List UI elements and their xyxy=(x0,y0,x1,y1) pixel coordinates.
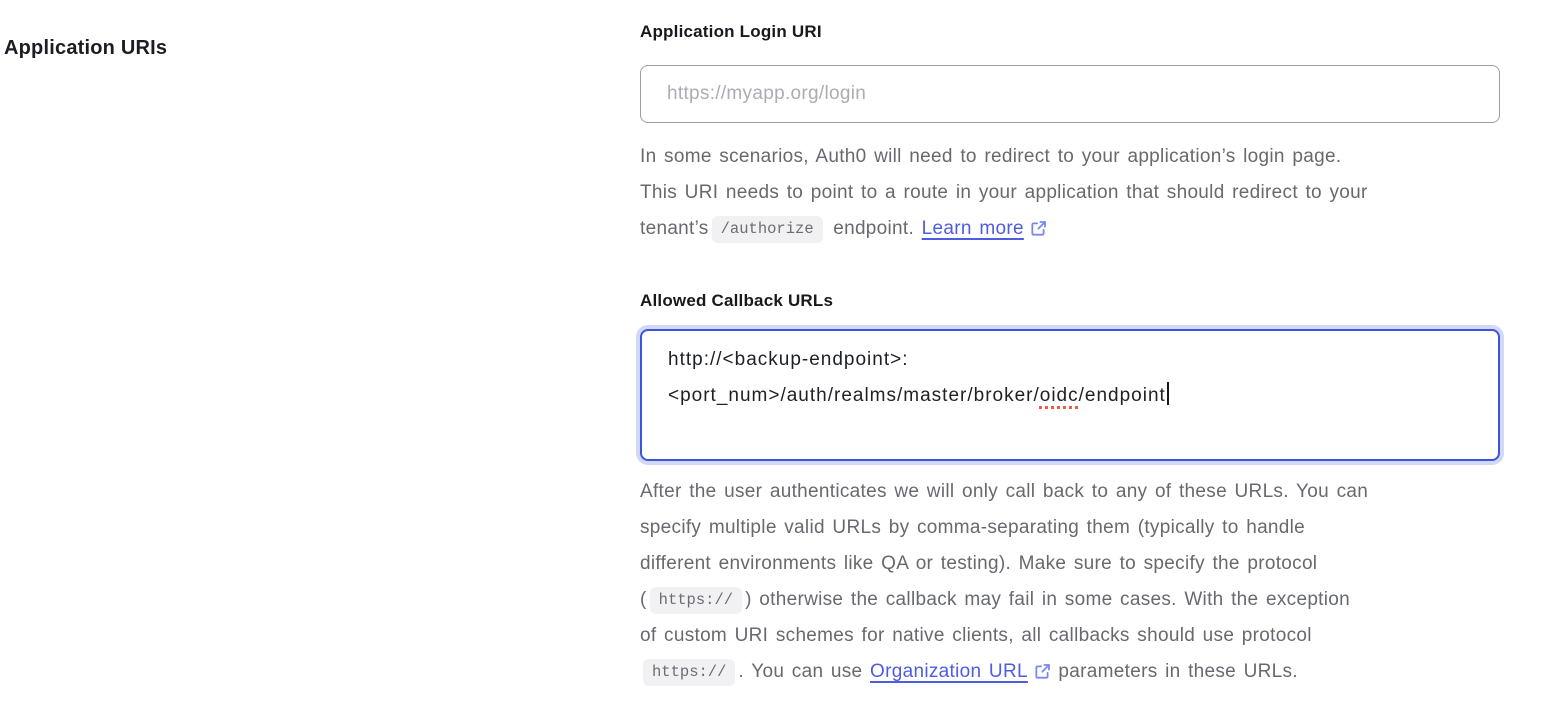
external-link-icon xyxy=(1030,214,1047,250)
learn-more-link-label: Learn more xyxy=(922,218,1024,239)
application-login-uri-help: In some scenarios, Auth0 will need to re… xyxy=(640,139,1540,250)
https-code-chip-1: https:// xyxy=(650,587,742,614)
help-line: tenant’s xyxy=(640,218,709,239)
help-line: ) otherwise the callback may fail in som… xyxy=(745,589,1350,610)
allowed-callback-urls-label: Allowed Callback URLs xyxy=(640,290,833,312)
help-line: of custom URI schemes for native clients… xyxy=(640,625,1312,646)
external-link-icon xyxy=(1034,657,1051,693)
callback-url-line-2: <port_num>/auth/realms/master/broker/oid… xyxy=(668,378,1472,414)
help-line: specify multiple valid URLs by comma-sep… xyxy=(640,517,1305,538)
section-title: Application URIs xyxy=(4,37,167,60)
allowed-callback-urls-help: After the user authenticates we will onl… xyxy=(640,474,1540,693)
callback-url-text: <port_num>/auth/realms/master/broker/ xyxy=(668,385,1040,406)
allowed-callback-urls-textarea[interactable]: http://<backup-endpoint>: <port_num>/aut… xyxy=(640,329,1500,461)
callback-url-text: /endpoint xyxy=(1079,385,1166,406)
help-line: . You can use xyxy=(738,661,870,682)
help-line: endpoint. xyxy=(826,218,922,239)
organization-url-link[interactable]: Organization URL xyxy=(870,661,1051,682)
callback-url-text: http://<backup-endpoint>: xyxy=(668,349,909,370)
organization-url-link-label: Organization URL xyxy=(870,661,1028,682)
https-code-chip-2: https:// xyxy=(643,659,735,686)
application-login-uri-input[interactable] xyxy=(640,65,1500,123)
help-line: ( xyxy=(640,589,647,610)
application-login-uri-label: Application Login URI xyxy=(640,21,822,43)
help-line: In some scenarios, Auth0 will need to re… xyxy=(640,146,1341,167)
misspelled-word: oidc xyxy=(1040,385,1079,406)
learn-more-link[interactable]: Learn more xyxy=(922,218,1047,239)
text-caret xyxy=(1167,382,1169,405)
help-line: parameters in these URLs. xyxy=(1051,661,1298,682)
authorize-code-chip: /authorize xyxy=(712,216,823,243)
callback-url-line-1: http://<backup-endpoint>: xyxy=(668,342,1472,378)
help-line: After the user authenticates we will onl… xyxy=(640,481,1368,502)
help-line: This URI needs to point to a route in yo… xyxy=(640,182,1368,203)
help-line: different environments like QA or testin… xyxy=(640,553,1317,574)
